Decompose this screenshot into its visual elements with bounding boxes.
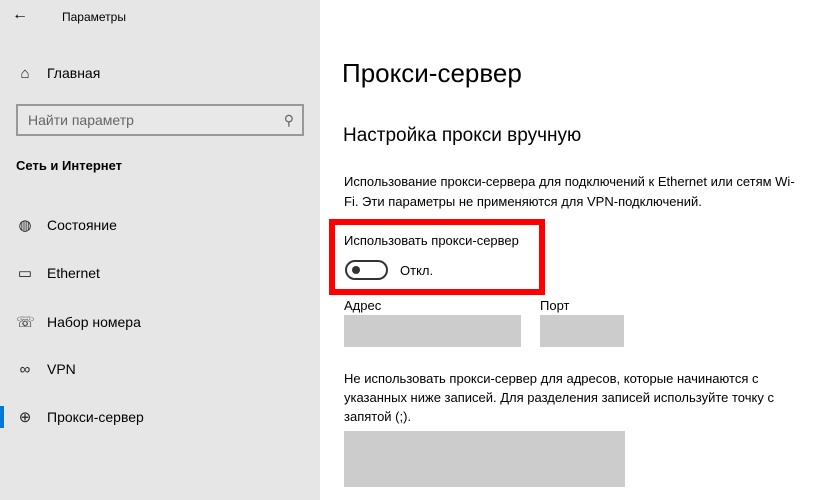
dial-up-icon: ☏ [16, 314, 35, 331]
exceptions-input[interactable] [344, 431, 625, 487]
sidebar: ← Параметры ⌂ Главная Найти параметр ⚲ С… [0, 0, 320, 500]
sidebar-item-home[interactable]: ⌂ Главная [0, 53, 320, 93]
sidebar-item-label: Состояние [47, 217, 117, 233]
port-input[interactable] [540, 315, 624, 347]
window-title: Параметры [62, 10, 126, 24]
ethernet-icon: ▭ [17, 265, 33, 282]
sidebar-item-label: Ethernet [47, 265, 100, 281]
sidebar-item-dial-up[interactable]: ☏ Набор номера [0, 302, 320, 342]
section-heading: Сеть и Интернет [16, 158, 123, 173]
port-label: Порт [540, 298, 570, 313]
sidebar-item-label: Главная [47, 65, 101, 81]
proxy-description: Использование прокси-сервера для подключ… [344, 174, 795, 209]
sidebar-item-label: Набор номера [47, 314, 141, 330]
selected-indicator [0, 406, 4, 428]
sidebar-item-status[interactable]: ◍ Состояние [0, 205, 320, 245]
sidebar-item-proxy[interactable]: ⊕ Прокси-сервер [0, 397, 320, 437]
highlight-box [329, 219, 545, 295]
vpn-icon: ∞ [19, 360, 31, 378]
sidebar-item-label: Прокси-сервер [47, 409, 144, 425]
sidebar-item-vpn[interactable]: ∞ VPN [0, 349, 320, 389]
home-icon: ⌂ [20, 64, 30, 82]
sidebar-item-ethernet[interactable]: ▭ Ethernet [0, 253, 320, 293]
section-subtitle: Настройка прокси вручную [343, 125, 582, 146]
address-input[interactable] [344, 315, 521, 347]
back-arrow-icon[interactable]: ← [12, 6, 28, 24]
exceptions-description: Не использовать прокси-сервер для адресо… [344, 371, 774, 424]
search-placeholder: Найти параметр [28, 112, 134, 128]
globe-icon: ⊕ [18, 409, 32, 426]
sidebar-item-label: VPN [47, 361, 76, 377]
page-title: Прокси-сервер [342, 58, 522, 88]
search-input[interactable]: Найти параметр ⚲ [16, 104, 304, 136]
network-status-icon: ◍ [18, 217, 32, 234]
address-label: Адрес [344, 298, 382, 313]
search-icon: ⚲ [283, 111, 294, 128]
